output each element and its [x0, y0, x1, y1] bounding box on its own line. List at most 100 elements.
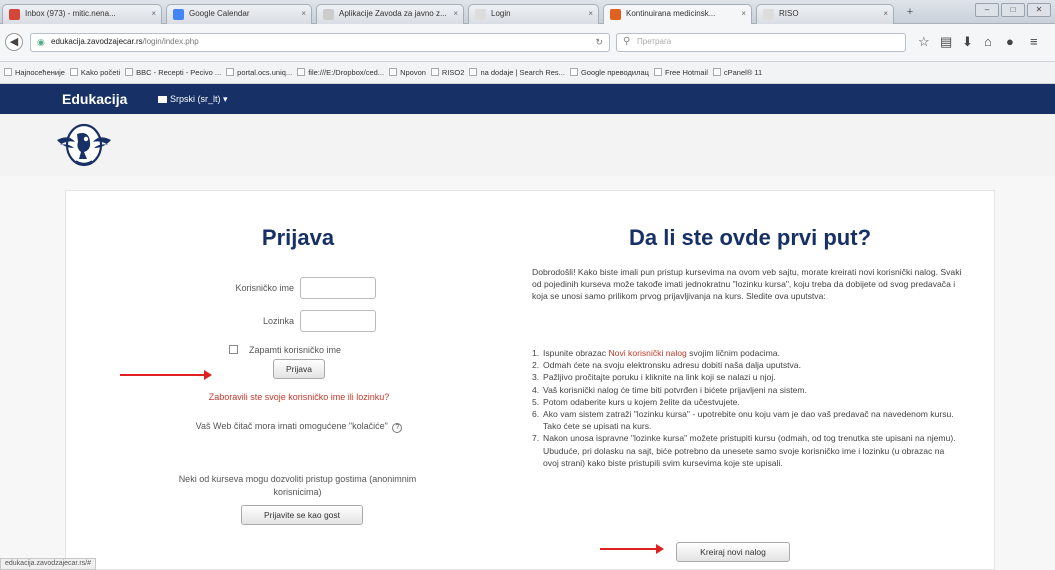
url-path: /login/index.php	[142, 37, 199, 46]
window-controls: – □ ✕	[975, 3, 1051, 17]
bookmark-folder-icon	[469, 68, 478, 76]
language-menu[interactable]: Srpski (sr_lt) ▾	[158, 94, 228, 105]
help-icon[interactable]: ?	[392, 423, 403, 433]
step-number: 1.	[532, 348, 540, 358]
language-label: Srpski (sr_lt) ▾	[170, 94, 228, 104]
bookmark-item[interactable]: na dodaje | Search Res...	[469, 68, 565, 77]
step-number: 4.	[532, 384, 540, 395]
close-window-icon[interactable]: ✕	[1027, 3, 1051, 17]
signup-step: 2. Odmah ćete na svoju elektronsku adresu…	[532, 359, 962, 371]
signup-step: 5. Potom odaberite kurs u kojem želite da…	[532, 396, 962, 408]
star-icon[interactable]: ☆	[918, 34, 930, 50]
tab-favicon-icon	[610, 9, 621, 20]
url-domain: edukacija.zavodzajecar.rs	[51, 37, 143, 46]
bookmark-item[interactable]: Google преводилац	[569, 68, 649, 77]
tab-label: Kontinuirana medicinsk...	[626, 9, 716, 18]
tab-favicon-icon	[763, 9, 774, 20]
menu-icon[interactable]: ≡	[1030, 34, 1038, 49]
signup-step: 4. Vaš korisnički nalog će time biti potv…	[532, 384, 962, 396]
tab-label: Inbox (973) - mitic.nena...	[25, 9, 116, 18]
bookmark-item[interactable]: Kako početi	[69, 68, 121, 77]
bookmark-label: Npovon	[400, 68, 426, 77]
browser-tab[interactable]: Inbox (973) - mitic.nena... ×	[2, 4, 162, 24]
cookies-note: Vaš Web čitač mora imati omogućene "kola…	[150, 421, 448, 433]
remember-username-checkbox[interactable]	[229, 345, 238, 354]
create-account-button[interactable]: Kreiraj novi nalog	[676, 542, 790, 562]
login-button[interactable]: Prijava	[273, 359, 325, 379]
step-number: 5.	[532, 396, 540, 407]
bookmark-label: file:///E:/Dropbox/ced...	[308, 68, 385, 77]
bookmark-item[interactable]: cPanel® 11	[712, 68, 762, 77]
library-icon[interactable]: ▤	[940, 34, 952, 50]
globe-icon: ◉	[37, 37, 45, 47]
tab-close-icon[interactable]: ×	[741, 9, 746, 18]
browser-nav-bar: ◀ ◉ edukacija.zavodzajecar.rs/login/inde…	[0, 24, 1055, 62]
browser-tab[interactable]: RISO ×	[756, 4, 894, 24]
search-icon: ⚲	[623, 36, 631, 47]
tab-label: RISO	[779, 9, 799, 18]
institute-logo[interactable]	[55, 118, 113, 172]
username-input[interactable]	[300, 277, 376, 299]
forgot-password-link[interactable]: Zaboravili ste svoje korisničko ime ili …	[160, 392, 438, 402]
guest-access-text: Neki od kurseva mogu dozvoliti pristup g…	[178, 474, 417, 497]
signup-title: Da li ste ovde prvi put?	[628, 225, 872, 250]
bookmark-item[interactable]: RISO2	[430, 68, 464, 77]
back-arrow-icon[interactable]: ◀	[5, 33, 23, 51]
address-bar[interactable]: ◉ edukacija.zavodzajecar.rs/login/index.…	[30, 33, 610, 52]
bookmark-item[interactable]: Free Hotmail	[653, 68, 708, 77]
step-text-after: svojim ličnim podacima.	[686, 348, 780, 358]
tab-close-icon[interactable]: ×	[301, 9, 306, 18]
bookmark-item[interactable]: Најпосећеније	[4, 68, 65, 77]
addon-icon[interactable]: ●	[1006, 34, 1014, 49]
bookmark-folder-icon	[297, 68, 306, 76]
bookmark-item[interactable]: BBC - Recepti - Pecivo ...	[125, 68, 221, 77]
download-icon[interactable]: ⬇	[962, 34, 973, 50]
maximize-icon[interactable]: □	[1001, 3, 1025, 17]
bookmark-label: Kako početi	[80, 68, 121, 77]
tab-close-icon[interactable]: ×	[588, 9, 593, 18]
search-bar[interactable]: ⚲ Претрага	[616, 33, 906, 52]
site-header: Edukacija Srpski (sr_lt) ▾	[0, 84, 1055, 114]
bookmark-item[interactable]: Npovon	[389, 68, 426, 77]
password-label: Lozinka	[262, 316, 294, 326]
tab-label: Login	[491, 9, 511, 18]
step-text: Ispunite obrazac	[543, 348, 609, 358]
step-number: 2.	[532, 360, 540, 371]
red-arrow-login	[120, 370, 212, 380]
bookmark-label: Free Hotmail	[664, 68, 708, 77]
new-tab-button[interactable]: +	[902, 6, 918, 20]
step-text: Nakon unosa ispravne "lozinke kursa" mož…	[543, 433, 956, 468]
minimize-icon[interactable]: –	[975, 3, 999, 17]
tab-favicon-icon	[323, 9, 334, 20]
tab-close-icon[interactable]: ×	[453, 9, 458, 18]
browser-tab[interactable]: Kontinuirana medicinsk... ×	[603, 4, 752, 24]
step-number: 7.	[532, 433, 540, 444]
bookmark-folder-icon	[69, 68, 78, 76]
tab-close-icon[interactable]: ×	[883, 9, 888, 18]
new-account-link[interactable]: Novi korisnički nalog	[608, 348, 686, 358]
bookmark-item[interactable]: file:///E:/Dropbox/ced...	[297, 68, 384, 77]
step-text: Odmah ćete na svoju elektronsku adresu d…	[543, 360, 801, 371]
tab-favicon-icon	[475, 9, 486, 20]
signup-step: 7. Nakon unosa ispravne "lozinke kursa" m…	[532, 432, 962, 469]
step-text: Ako vam sistem zatraži "lozinku kursa" -…	[543, 409, 954, 432]
password-input[interactable]	[300, 310, 376, 332]
flag-icon	[158, 96, 167, 103]
bookmark-folder-icon	[125, 68, 134, 76]
bookmark-item[interactable]: portal.ocs.uniq...	[226, 68, 292, 77]
remember-username-label[interactable]: Zapamti korisničko ime	[249, 345, 341, 355]
browser-tab[interactable]: Login ×	[468, 4, 599, 24]
bookmark-folder-icon	[226, 68, 235, 76]
tab-close-icon[interactable]: ×	[151, 9, 156, 18]
guest-login-button[interactable]: Prijavite se kao gost	[241, 505, 363, 525]
bookmark-folder-icon	[430, 68, 439, 76]
browser-tab[interactable]: Aplikacije Zavoda za javno z... ×	[316, 4, 464, 24]
signup-step: 6. Ako vam sistem zatraži "lozinku kursa"…	[532, 408, 962, 432]
bookmark-folder-icon	[569, 68, 578, 76]
reload-icon[interactable]: ↻	[595, 37, 603, 48]
home-icon[interactable]: ⌂	[984, 34, 992, 49]
bookmarks-bar: Најпосећеније Kako početi BBC - Recepti - …	[0, 62, 1055, 84]
browser-tab[interactable]: Google Calendar ×	[166, 4, 312, 24]
site-brand[interactable]: Edukacija	[62, 91, 127, 107]
tab-favicon-icon	[173, 9, 184, 20]
